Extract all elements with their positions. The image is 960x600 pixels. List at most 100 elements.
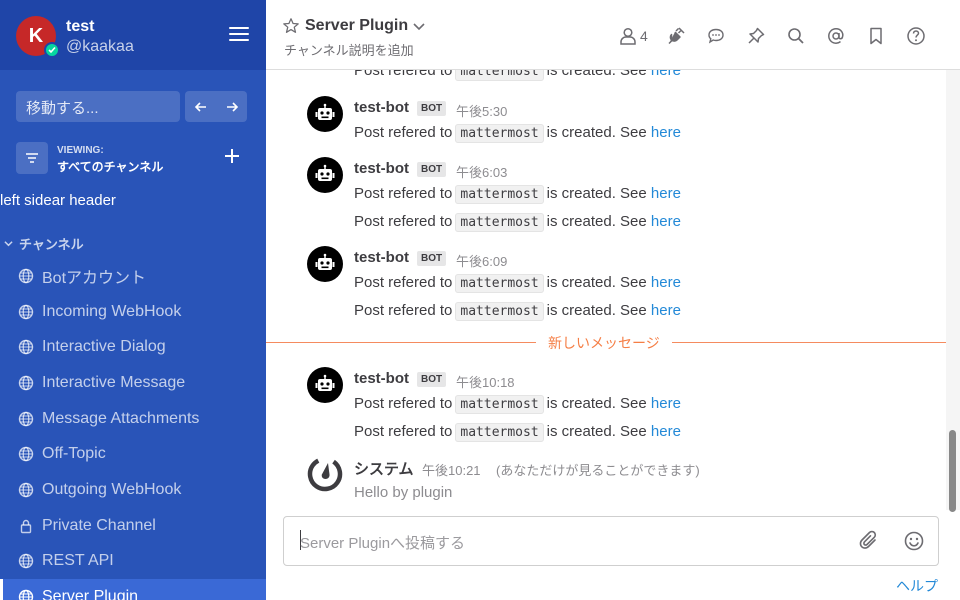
sidebar-item-interactive-dialog[interactable]: Interactive Dialog: [0, 329, 266, 365]
globe-icon: [18, 589, 34, 600]
post-message: Post refered to mattermost is created. See…: [354, 70, 681, 81]
sidebar-item-server-plugin[interactable]: Server Plugin: [0, 579, 266, 600]
filter-icon[interactable]: [16, 142, 48, 174]
here-link[interactable]: here: [651, 70, 681, 79]
sidebar-item-incoming-webhook[interactable]: Incoming WebHook: [0, 294, 266, 330]
here-link[interactable]: here: [651, 185, 681, 202]
channel-description[interactable]: チャンネル説明を追加: [284, 40, 414, 59]
bot-tag: BOT: [417, 372, 447, 387]
bot-tag: BOT: [417, 251, 447, 266]
user-handle: @kaakaa: [66, 38, 134, 55]
here-link[interactable]: here: [651, 302, 681, 319]
paperclip-icon[interactable]: [858, 530, 880, 552]
emoji-icon[interactable]: [903, 530, 925, 552]
sidebar-item-label: Interactive Message: [42, 373, 186, 391]
globe-icon: [18, 304, 34, 319]
globe-icon: [18, 340, 34, 355]
post-author[interactable]: test-bot: [354, 249, 409, 266]
scrollbar[interactable]: [946, 70, 960, 512]
robot-icon: [315, 103, 335, 120]
sidebar-item-rest-api[interactable]: REST API: [0, 544, 266, 580]
chevron-down-icon: [4, 241, 13, 247]
bot-avatar[interactable]: [307, 96, 343, 132]
bot-avatar[interactable]: [307, 367, 343, 403]
category-channels[interactable]: チャンネル: [4, 234, 84, 253]
sidebar-item-label: Private Channel: [42, 516, 156, 534]
post-author[interactable]: test-bot: [354, 370, 409, 387]
post-message: Post refered to mattermost is created. See…: [354, 274, 681, 293]
post-time[interactable]: 午後5:30: [456, 101, 507, 120]
back-arrow-icon[interactable]: [194, 100, 208, 114]
post-time[interactable]: 午後10:18: [456, 372, 515, 391]
chat-bubble-icon[interactable]: [704, 24, 728, 48]
post-message: Post refered to mattermost is created. See…: [354, 185, 681, 204]
sidebar-item-label: Server Plugin: [42, 588, 139, 600]
new-messages-separator: 新しいメッセージ: [266, 333, 946, 353]
sidebar-item-bot-account[interactable]: Botアカウント: [0, 258, 266, 294]
globe-icon: [18, 482, 34, 498]
globe-icon: [18, 375, 34, 391]
online-status-icon: [44, 42, 60, 58]
username[interactable]: test: [66, 18, 94, 36]
chevron-down-icon[interactable]: [412, 19, 426, 33]
channel-header-icons: 4: [618, 24, 944, 48]
plugin-icon[interactable]: [664, 24, 688, 48]
sidebar-item-label: Incoming WebHook: [42, 302, 182, 320]
post-time[interactable]: 午後10:21: [422, 460, 481, 479]
robot-icon: [315, 253, 335, 270]
star-icon[interactable]: [282, 17, 300, 35]
member-count: 4: [640, 28, 648, 44]
member-icon: [620, 27, 636, 45]
here-link[interactable]: here: [651, 395, 681, 412]
members-button[interactable]: 4: [618, 26, 648, 46]
sidebar-item-label: Off-Topic: [42, 445, 106, 463]
viewing-label: VIEWING:: [57, 145, 104, 156]
post-author[interactable]: test-bot: [354, 99, 409, 116]
post-time[interactable]: 午後6:03: [456, 162, 507, 181]
sidebar-item-label: Botアカウント: [42, 269, 147, 287]
sidebar-item-label: Interactive Dialog: [42, 338, 166, 356]
sidebar-header: K test @kaakaa: [0, 0, 266, 70]
sidebar-item-private-channel[interactable]: Private Channel: [0, 508, 266, 544]
post-author[interactable]: test-bot: [354, 160, 409, 177]
message-input[interactable]: Server Pluginへ投稿する: [283, 516, 939, 566]
post-message: Post refered to mattermost is created. See…: [354, 302, 681, 321]
help-icon[interactable]: [904, 24, 928, 48]
post-author[interactable]: システム: [354, 458, 414, 479]
sidebar-item-interactive-message[interactable]: Interactive Message: [0, 365, 266, 401]
add-channel-icon[interactable]: [224, 148, 240, 164]
bot-avatar[interactable]: [307, 157, 343, 193]
bookmark-icon[interactable]: [864, 24, 888, 48]
post-message: Post refered to mattermost is created. See…: [354, 423, 681, 442]
here-link[interactable]: here: [651, 274, 681, 291]
channel-header: Server Plugin チャンネル説明を追加 4: [266, 0, 960, 70]
channel-name[interactable]: Server Plugin: [305, 17, 408, 35]
forward-arrow-icon[interactable]: [225, 100, 239, 114]
sidebar-custom-header: left sidear header: [0, 192, 116, 209]
globe-icon: [18, 554, 34, 569]
search-icon[interactable]: [784, 24, 808, 48]
history-nav: [185, 91, 247, 122]
post-message: Post refered to mattermost is created. See…: [354, 395, 681, 414]
message-input-placeholder: Server Pluginへ投稿する: [300, 535, 466, 552]
here-link[interactable]: here: [651, 423, 681, 440]
here-link[interactable]: here: [651, 124, 681, 141]
globe-icon: [18, 411, 34, 426]
robot-icon: [315, 374, 335, 391]
help-link[interactable]: ヘルプ: [896, 576, 938, 596]
viewing-value[interactable]: すべてのチャンネル: [57, 158, 163, 175]
mention-icon[interactable]: [824, 24, 848, 48]
pin-icon[interactable]: [744, 24, 768, 48]
sidebar-item-message-attachments[interactable]: Message Attachments: [0, 401, 266, 437]
channel-switcher-input[interactable]: 移動する...: [16, 91, 180, 122]
sidebar-item-off-topic[interactable]: Off-Topic: [0, 436, 266, 472]
post-time[interactable]: 午後6:09: [456, 251, 507, 270]
main-menu-icon[interactable]: [229, 27, 249, 43]
scroll-thumb[interactable]: [949, 430, 956, 512]
sidebar-item-outgoing-webhook[interactable]: Outgoing WebHook: [0, 472, 266, 508]
message-list: Post refered to mattermost is created. See…: [266, 70, 946, 510]
sidebar-item-label: Outgoing WebHook: [42, 480, 182, 498]
bot-avatar[interactable]: [307, 246, 343, 282]
bot-tag: BOT: [417, 162, 447, 177]
here-link[interactable]: here: [651, 213, 681, 230]
